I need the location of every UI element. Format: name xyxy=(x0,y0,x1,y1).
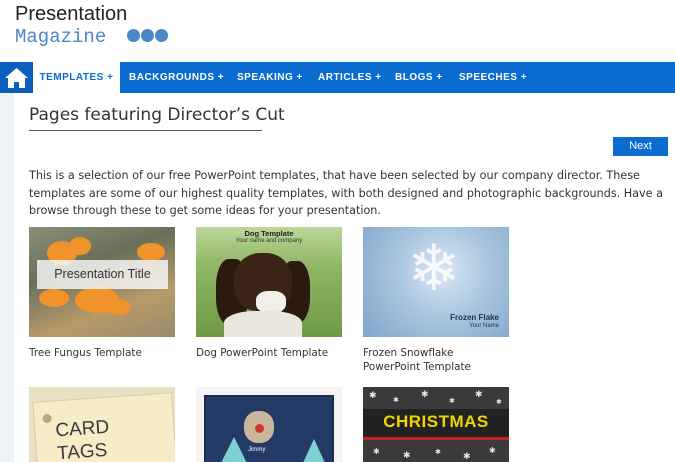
thumbnail-title-text: Frozen Flake xyxy=(450,313,499,322)
template-thumbnail[interactable]: Jimmy xyxy=(196,387,342,462)
nav-templates[interactable]: TEMPLATES + xyxy=(33,62,120,93)
thumbnail-title-text: Presentation Title xyxy=(37,260,168,289)
main-content: Pages featuring Director’s Cut Next This… xyxy=(14,93,675,462)
template-thumbnail[interactable]: ❄ Frozen Flake Your Name xyxy=(363,227,509,337)
template-caption[interactable]: Frozen Snowflake PowerPoint Template xyxy=(363,346,509,374)
home-icon xyxy=(5,68,28,88)
thumbnail-subtitle-text: Your Name xyxy=(469,323,499,329)
logo-text-presentation[interactable]: Presentation xyxy=(15,3,127,26)
nav-speaking[interactable]: SPEAKING + xyxy=(237,62,303,93)
thumbnail-title-text: CHRISTMAS xyxy=(383,412,489,431)
template-thumbnail[interactable]: Dog Template Your name and company xyxy=(196,227,342,337)
template-thumbnail[interactable]: Presentation Title xyxy=(29,227,175,337)
tag-shape: CARD TAGS xyxy=(32,392,175,462)
template-card-christmas[interactable]: ✱ ✱ ✱ ✱ ✱ ✱ ✱ ✱ ✱ ✱ ✱ CHRISTMAS xyxy=(363,387,509,462)
title-underline xyxy=(29,130,262,131)
page-title: Pages featuring Director’s Cut xyxy=(29,105,285,125)
nav-speeches[interactable]: SPEECHES + xyxy=(459,62,527,93)
template-thumbnail[interactable]: ✱ ✱ ✱ ✱ ✱ ✱ ✱ ✱ ✱ ✱ ✱ CHRISTMAS xyxy=(363,387,509,462)
thumbnail-text-line-2: TAGS xyxy=(56,439,108,462)
template-thumbnail[interactable]: CARD TAGS xyxy=(29,387,175,462)
site-header: Presentation Magazine xyxy=(0,0,675,62)
next-button[interactable]: Next xyxy=(613,137,668,156)
thumbnail-title-text: Dog Template xyxy=(244,229,294,238)
template-card-christmas-reindeer[interactable]: Jimmy xyxy=(196,387,342,462)
template-card-tree-fungus[interactable]: Presentation Title Tree Fungus Template xyxy=(29,227,175,360)
home-button[interactable] xyxy=(0,62,33,93)
template-card-card-tags[interactable]: CARD TAGS xyxy=(29,387,175,462)
template-caption[interactable]: Tree Fungus Template xyxy=(29,346,175,360)
template-caption[interactable]: Dog PowerPoint Template xyxy=(196,346,342,360)
intro-paragraph: This is a selection of our free PowerPoi… xyxy=(29,169,663,217)
nav-articles[interactable]: ARTICLES + xyxy=(318,62,382,93)
snowflake-icon: ❄ xyxy=(407,232,461,306)
template-card-frozen-snowflake[interactable]: ❄ Frozen Flake Your Name Frozen Snowflak… xyxy=(363,227,509,374)
template-card-dog[interactable]: Dog Template Your name and company Dog P… xyxy=(196,227,342,360)
logo-text-magazine[interactable]: Magazine xyxy=(15,26,106,48)
nav-blogs[interactable]: BLOGS + xyxy=(395,62,443,93)
main-nav: TEMPLATES + BACKGROUNDS + SPEAKING + ART… xyxy=(0,62,675,93)
thumbnail-subtitle-text: Your name and company xyxy=(235,238,303,244)
nav-backgrounds[interactable]: BACKGROUNDS + xyxy=(129,62,224,93)
thumbnail-text: Jimmy xyxy=(248,447,266,453)
